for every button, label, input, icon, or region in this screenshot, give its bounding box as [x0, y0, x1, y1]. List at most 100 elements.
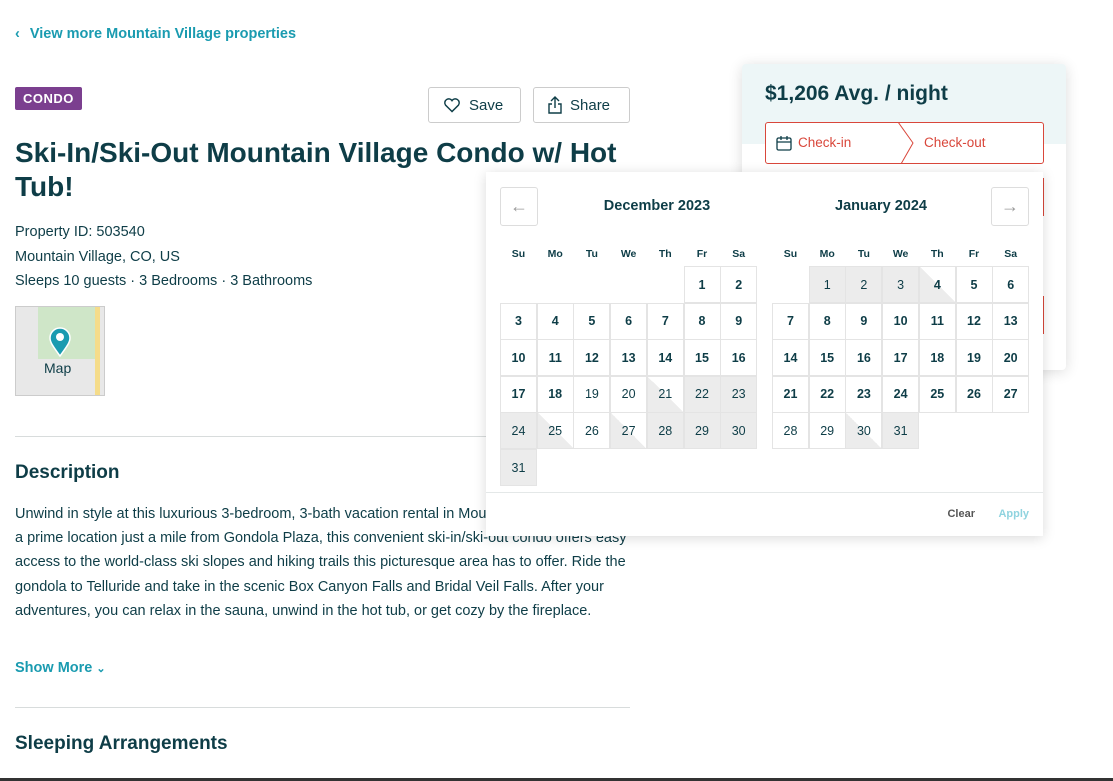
calendar-day[interactable]: 26 — [955, 375, 993, 413]
calendar-day[interactable]: 13 — [992, 302, 1030, 340]
calendar-day[interactable]: 3 — [500, 302, 537, 340]
calendar-day[interactable]: 20 — [992, 339, 1030, 377]
calendar-day[interactable]: 9 — [720, 302, 758, 340]
calendar-day: 26 — [573, 412, 611, 450]
calendar-day[interactable]: 4 — [536, 302, 574, 340]
map-pin-icon — [49, 327, 71, 357]
date-picker-popup: ← → December 2023 January 2024 Su Mo Tu We T… — [486, 172, 1043, 536]
calendar-day: 23 — [720, 375, 758, 413]
calendar-day: 29 — [683, 412, 721, 450]
weekday-label: Su — [511, 248, 526, 260]
month-title: December 2023 — [603, 198, 711, 214]
calendar-day[interactable]: 11 — [918, 302, 956, 340]
calendar-day[interactable]: 5 — [573, 302, 611, 340]
calendar-day[interactable]: 23 — [845, 375, 883, 413]
save-button[interactable]: Save — [428, 87, 521, 123]
weekday-label: We — [892, 248, 909, 260]
calendar-day: 30 — [720, 412, 758, 450]
weekday-label: Th — [930, 248, 944, 260]
weekday-label: Su — [783, 248, 798, 260]
calendar-day: 28 — [772, 412, 809, 450]
calendar-day[interactable]: 8 — [683, 302, 721, 340]
calendar-day[interactable]: 7 — [772, 302, 809, 340]
arrow-right-icon: → — [1001, 196, 1019, 216]
calendar-day: 22 — [683, 375, 721, 413]
calendar-day[interactable]: 18 — [536, 375, 574, 413]
calendar-day[interactable]: 12 — [573, 339, 611, 377]
calendar-day[interactable]: 15 — [683, 339, 721, 377]
calendar-day[interactable]: 19 — [955, 339, 993, 377]
calendar-day[interactable]: 21 — [646, 375, 684, 413]
weekday-label: Fr — [968, 248, 980, 260]
calendar-day[interactable]: 27 — [610, 412, 648, 450]
calendar-day[interactable]: 16 — [720, 339, 758, 377]
chevron-left-icon: ‹ — [15, 26, 20, 42]
map-thumbnail[interactable]: Map — [15, 306, 105, 396]
calendar-day: 2 — [845, 266, 883, 303]
calendar-day[interactable]: 9 — [845, 302, 883, 340]
calendar-day[interactable]: 6 — [992, 266, 1030, 303]
calendar-day: 19 — [573, 375, 611, 413]
calendar-day[interactable]: 13 — [610, 339, 648, 377]
calendar-day[interactable]: 22 — [808, 375, 846, 413]
checkin-field[interactable]: Check-in — [798, 135, 851, 150]
weekday-label: Sa — [732, 248, 746, 260]
weekday-label: Mo — [819, 248, 835, 260]
calendar-day[interactable]: 25 — [536, 412, 574, 450]
calendar-day[interactable]: 14 — [772, 339, 809, 377]
nightly-price: $1,206 Avg. / night — [765, 82, 948, 105]
calendar-day[interactable]: 15 — [808, 339, 846, 377]
calendar-day[interactable]: 1 — [683, 266, 721, 303]
calendar-day[interactable]: 14 — [646, 339, 684, 377]
calendar-day[interactable]: 17 — [882, 339, 920, 377]
calendar-day[interactable]: 21 — [772, 375, 809, 413]
weekday-label: Th — [658, 248, 672, 260]
apply-button[interactable]: Apply — [998, 508, 1029, 520]
share-icon — [548, 96, 562, 114]
calendar-day[interactable]: 17 — [500, 375, 537, 413]
checkout-field[interactable]: Check-out — [924, 135, 986, 150]
calendar-day: 29 — [808, 412, 846, 450]
back-link[interactable]: ‹ View more Mountain Village properties — [15, 26, 296, 42]
weekday-label: Mo — [547, 248, 563, 260]
month-title: January 2024 — [835, 198, 927, 214]
calendar-day[interactable]: 18 — [918, 339, 956, 377]
calendar-day[interactable]: 5 — [955, 266, 993, 303]
prev-month-button[interactable]: ← — [500, 187, 538, 226]
calendar-day: 3 — [882, 266, 920, 303]
calendar-day[interactable]: 16 — [845, 339, 883, 377]
next-month-button[interactable]: → — [991, 187, 1029, 226]
property-specs: Sleeps 10 guests · 3 Bedrooms · 3 Bathro… — [15, 273, 313, 289]
property-type-badge: CONDO — [15, 87, 82, 110]
calendar-day[interactable]: 7 — [646, 302, 684, 340]
map-label: Map — [44, 360, 72, 376]
calendar-day[interactable]: 25 — [918, 375, 956, 413]
calendar-day[interactable]: 11 — [536, 339, 574, 377]
calendar-day[interactable]: 27 — [992, 375, 1030, 413]
calendar-day: 28 — [646, 412, 684, 450]
sleeping-heading: Sleeping Arrangements — [15, 733, 228, 754]
chevron-right-divider-icon — [897, 122, 914, 164]
calendar-day[interactable]: 24 — [882, 375, 920, 413]
calendar-day[interactable]: 2 — [720, 266, 758, 303]
calendar-day[interactable]: 6 — [610, 302, 648, 340]
date-range-picker[interactable]: Check-in Check-out — [765, 122, 1044, 164]
calendar-day[interactable]: 10 — [500, 339, 537, 377]
calendar-day[interactable]: 12 — [955, 302, 993, 340]
arrow-left-icon: ← — [510, 196, 528, 216]
clear-button[interactable]: Clear — [947, 508, 975, 520]
calendar-day[interactable]: 10 — [882, 302, 920, 340]
weekday-label: Tu — [585, 248, 598, 260]
share-button[interactable]: Share — [533, 87, 630, 123]
calendar-day[interactable]: 8 — [808, 302, 846, 340]
weekday-label: Sa — [1004, 248, 1018, 260]
calendar-day[interactable]: 4 — [918, 266, 956, 303]
weekday-label: We — [620, 248, 637, 260]
calendar-day: 31 — [882, 412, 920, 450]
show-more-button[interactable]: Show More ⌄ — [15, 660, 106, 676]
calendar-day[interactable]: 30 — [845, 412, 883, 450]
calendar-day: 24 — [500, 412, 537, 450]
calendar-icon — [776, 136, 792, 151]
description-heading: Description — [15, 462, 120, 483]
property-id: Property ID: 503540 — [15, 224, 145, 240]
